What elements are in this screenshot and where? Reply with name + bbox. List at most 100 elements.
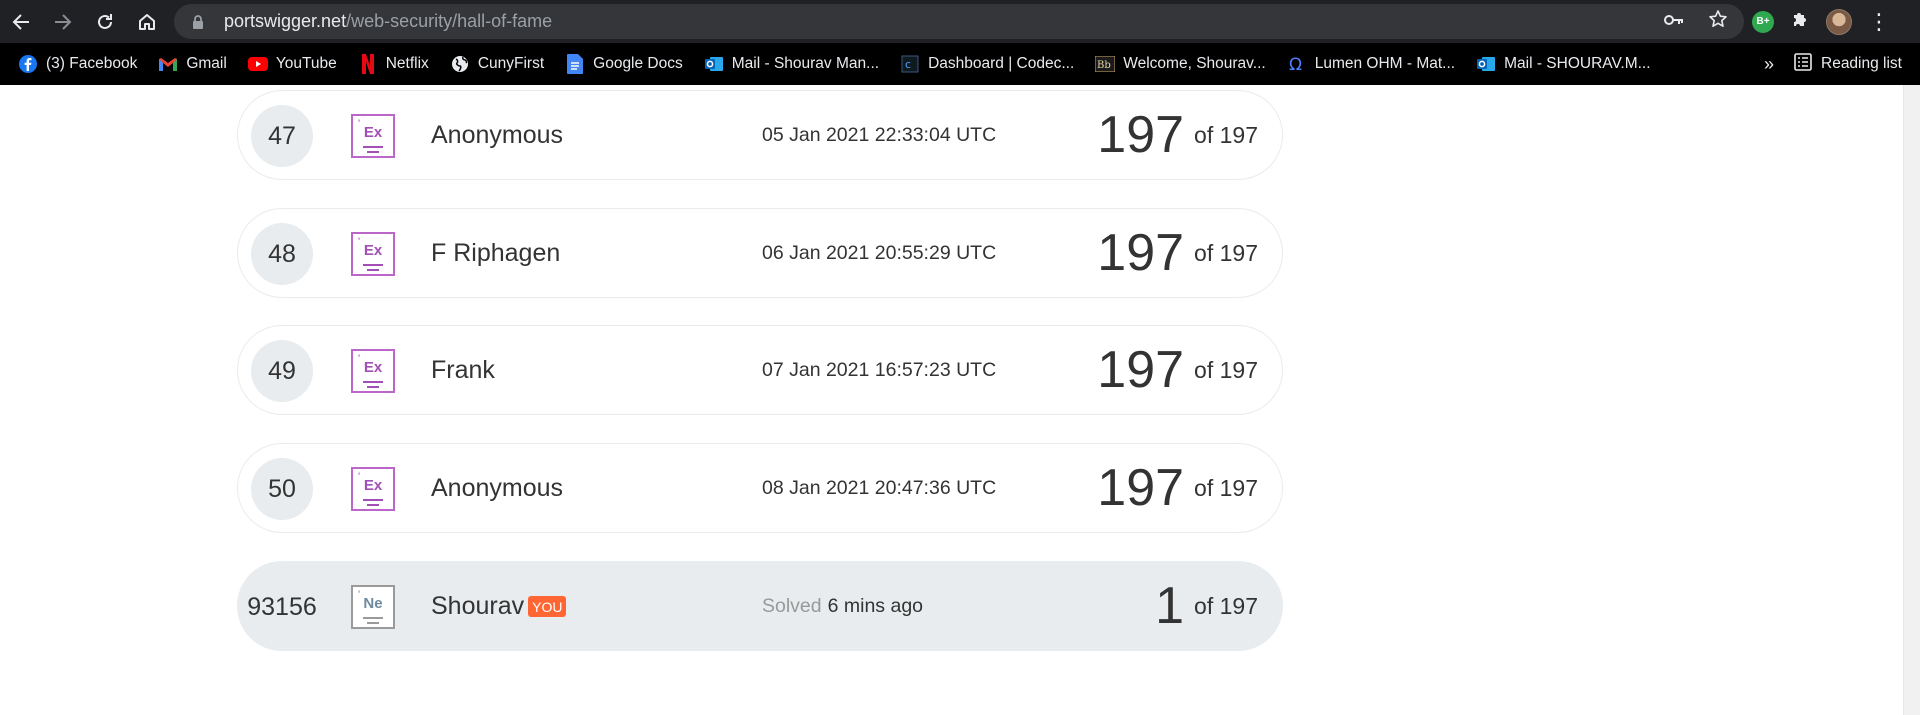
- url-host: portswigger.net: [224, 11, 347, 31]
- user-name-text: Shourav: [431, 591, 525, 620]
- key-icon[interactable]: [1664, 13, 1684, 31]
- bookmark-label: Dashboard | Codec...: [928, 55, 1075, 72]
- you-badge: YOU: [528, 595, 567, 617]
- url-path: /web-security/hall-of-fame: [346, 11, 553, 31]
- browser-toolbar: portswigger.net/web-security/hall-of-fam…: [0, 0, 1920, 43]
- bookmarks-bar: (3) Facebook Gmail YouTube Netflix CunyF…: [0, 43, 1920, 85]
- home-button[interactable]: [126, 0, 168, 43]
- netflix-icon: [358, 54, 378, 74]
- expert-level-icon: ' Ex: [351, 349, 395, 393]
- expert-level-icon: ' Ex: [351, 114, 395, 158]
- google-docs-icon: [565, 54, 585, 74]
- current-user-row: 93156 ' Ne Shourav YOU Solved 6 mins ago …: [237, 561, 1283, 651]
- globe-icon: [450, 54, 470, 74]
- novice-level-icon: ' Ne: [351, 585, 395, 629]
- rank-badge: 93156: [247, 592, 317, 621]
- outlook-icon: [704, 54, 724, 74]
- user-name: Frank: [431, 355, 495, 384]
- bookmark-google-docs[interactable]: Google Docs: [565, 54, 683, 74]
- level-label: Ne: [363, 595, 383, 612]
- bookmark-label: Welcome, Shourav...: [1123, 55, 1266, 72]
- star-icon[interactable]: [1708, 9, 1728, 34]
- svg-text:Bb: Bb: [1097, 60, 1111, 71]
- leaderboard-row: 50 ' Ex Anonymous 08 Jan 2021 20:47:36 UT…: [237, 443, 1283, 533]
- omnibox-actions: [1664, 4, 1728, 39]
- bookmarks-overflow-button[interactable]: »: [1764, 54, 1774, 75]
- bookmark-mail-2[interactable]: Mail - SHOURAV.M...: [1476, 54, 1651, 74]
- reading-list-button[interactable]: Reading list: [1794, 52, 1902, 76]
- bookmark-label: CunyFirst: [477, 55, 545, 72]
- completion-date: 07 Jan 2021 16:57:23 UTC: [762, 358, 997, 381]
- puzzle-icon[interactable]: [1790, 9, 1810, 34]
- completion-date: 05 Jan 2021 22:33:04 UTC: [762, 123, 997, 146]
- page-scrollbar[interactable]: [1903, 85, 1920, 715]
- youtube-icon: [247, 54, 268, 74]
- lumen-icon: Ω: [1287, 54, 1307, 74]
- score-value: 1: [1155, 577, 1185, 635]
- score: 1 of 197: [1155, 562, 1258, 650]
- bookmark-label: (3) Facebook: [46, 55, 138, 72]
- rank-badge: 47: [251, 105, 313, 167]
- score-value: 197: [1097, 459, 1185, 517]
- bookmark-lumen[interactable]: Ω Lumen OHM - Mat...: [1287, 54, 1455, 74]
- bookmarks-right: » Reading list: [1764, 43, 1902, 85]
- score-value: 197: [1097, 106, 1185, 164]
- score: 197 of 197: [1097, 91, 1258, 179]
- reload-button[interactable]: [84, 0, 126, 43]
- leaderboard-row: 49 ' Ex Frank 07 Jan 2021 16:57:23 UTC 19…: [237, 325, 1283, 415]
- home-icon: [139, 13, 155, 30]
- expert-level-icon: ' Ex: [351, 232, 395, 276]
- bookmark-label: Mail - Shourav Man...: [731, 55, 880, 72]
- score: 197 of 197: [1097, 209, 1258, 297]
- leaderboard-row: 47 ' Ex Anonymous 05 Jan 2021 22:33:04 UT…: [237, 90, 1283, 180]
- rank-badge: 49: [251, 340, 313, 402]
- user-name: Anonymous: [431, 473, 564, 502]
- level-label: Ex: [363, 124, 383, 141]
- extensions-area: B+ ⋮: [1752, 0, 1890, 43]
- bookmark-cunyfirst[interactable]: CunyFirst: [450, 54, 544, 74]
- address-bar[interactable]: portswigger.net/web-security/hall-of-fam…: [174, 4, 1744, 39]
- solved-status: Solved 6 mins ago: [762, 562, 923, 650]
- rank-badge: 48: [251, 223, 313, 285]
- bookmark-label: Gmail: [186, 55, 227, 72]
- score-total: of 197: [1194, 121, 1258, 148]
- back-button[interactable]: [0, 0, 42, 43]
- bookmark-blackboard[interactable]: Bb Welcome, Shourav...: [1095, 54, 1266, 74]
- blackboard-icon: Bb: [1095, 54, 1116, 74]
- rank-badge: 50: [251, 458, 313, 520]
- bookmark-mail-1[interactable]: Mail - Shourav Man...: [704, 54, 879, 74]
- completion-date: 06 Jan 2021 20:55:29 UTC: [762, 241, 997, 264]
- solved-label: Solved: [762, 594, 822, 617]
- reading-list-label: Reading list: [1821, 55, 1902, 72]
- bookmark-codecademy[interactable]: c Dashboard | Codec...: [900, 54, 1074, 74]
- gmail-icon: [158, 54, 178, 74]
- bookmark-label: Mail - SHOURAV.M...: [1504, 55, 1651, 72]
- extension-badge[interactable]: B+: [1752, 10, 1774, 33]
- user-name: Anonymous: [431, 120, 564, 149]
- codecademy-icon: c: [900, 54, 920, 74]
- user-name: Shourav YOU: [431, 562, 567, 650]
- solved-time: 6 mins ago: [827, 594, 924, 617]
- bookmark-label: Google Docs: [593, 55, 683, 72]
- bookmark-gmail[interactable]: Gmail: [158, 54, 227, 74]
- hall-of-fame-list: 47 ' Ex Anonymous 05 Jan 2021 22:33:04 UT…: [0, 85, 1920, 715]
- bookmark-youtube[interactable]: YouTube: [247, 54, 337, 74]
- reload-icon: [98, 13, 112, 29]
- level-label: Ex: [363, 477, 383, 494]
- facebook-icon: [18, 54, 38, 74]
- bookmark-facebook[interactable]: (3) Facebook: [18, 54, 137, 74]
- profile-avatar[interactable]: [1826, 8, 1852, 35]
- bookmark-label: YouTube: [275, 55, 337, 72]
- score: 197 of 197: [1097, 326, 1258, 414]
- more-menu-icon[interactable]: ⋮: [1868, 10, 1890, 33]
- outlook-icon: [1476, 54, 1496, 74]
- bookmark-netflix[interactable]: Netflix: [358, 54, 429, 74]
- lock-icon: [192, 14, 216, 29]
- score-total: of 197: [1194, 592, 1258, 619]
- score: 197 of 197: [1097, 444, 1258, 532]
- expert-level-icon: ' Ex: [351, 467, 395, 511]
- leaderboard-row: 48 ' Ex F Riphagen 06 Jan 2021 20:55:29 U…: [237, 208, 1283, 298]
- svg-text:c: c: [905, 58, 911, 71]
- forward-button[interactable]: [42, 0, 84, 43]
- completion-date: 08 Jan 2021 20:47:36 UTC: [762, 476, 997, 499]
